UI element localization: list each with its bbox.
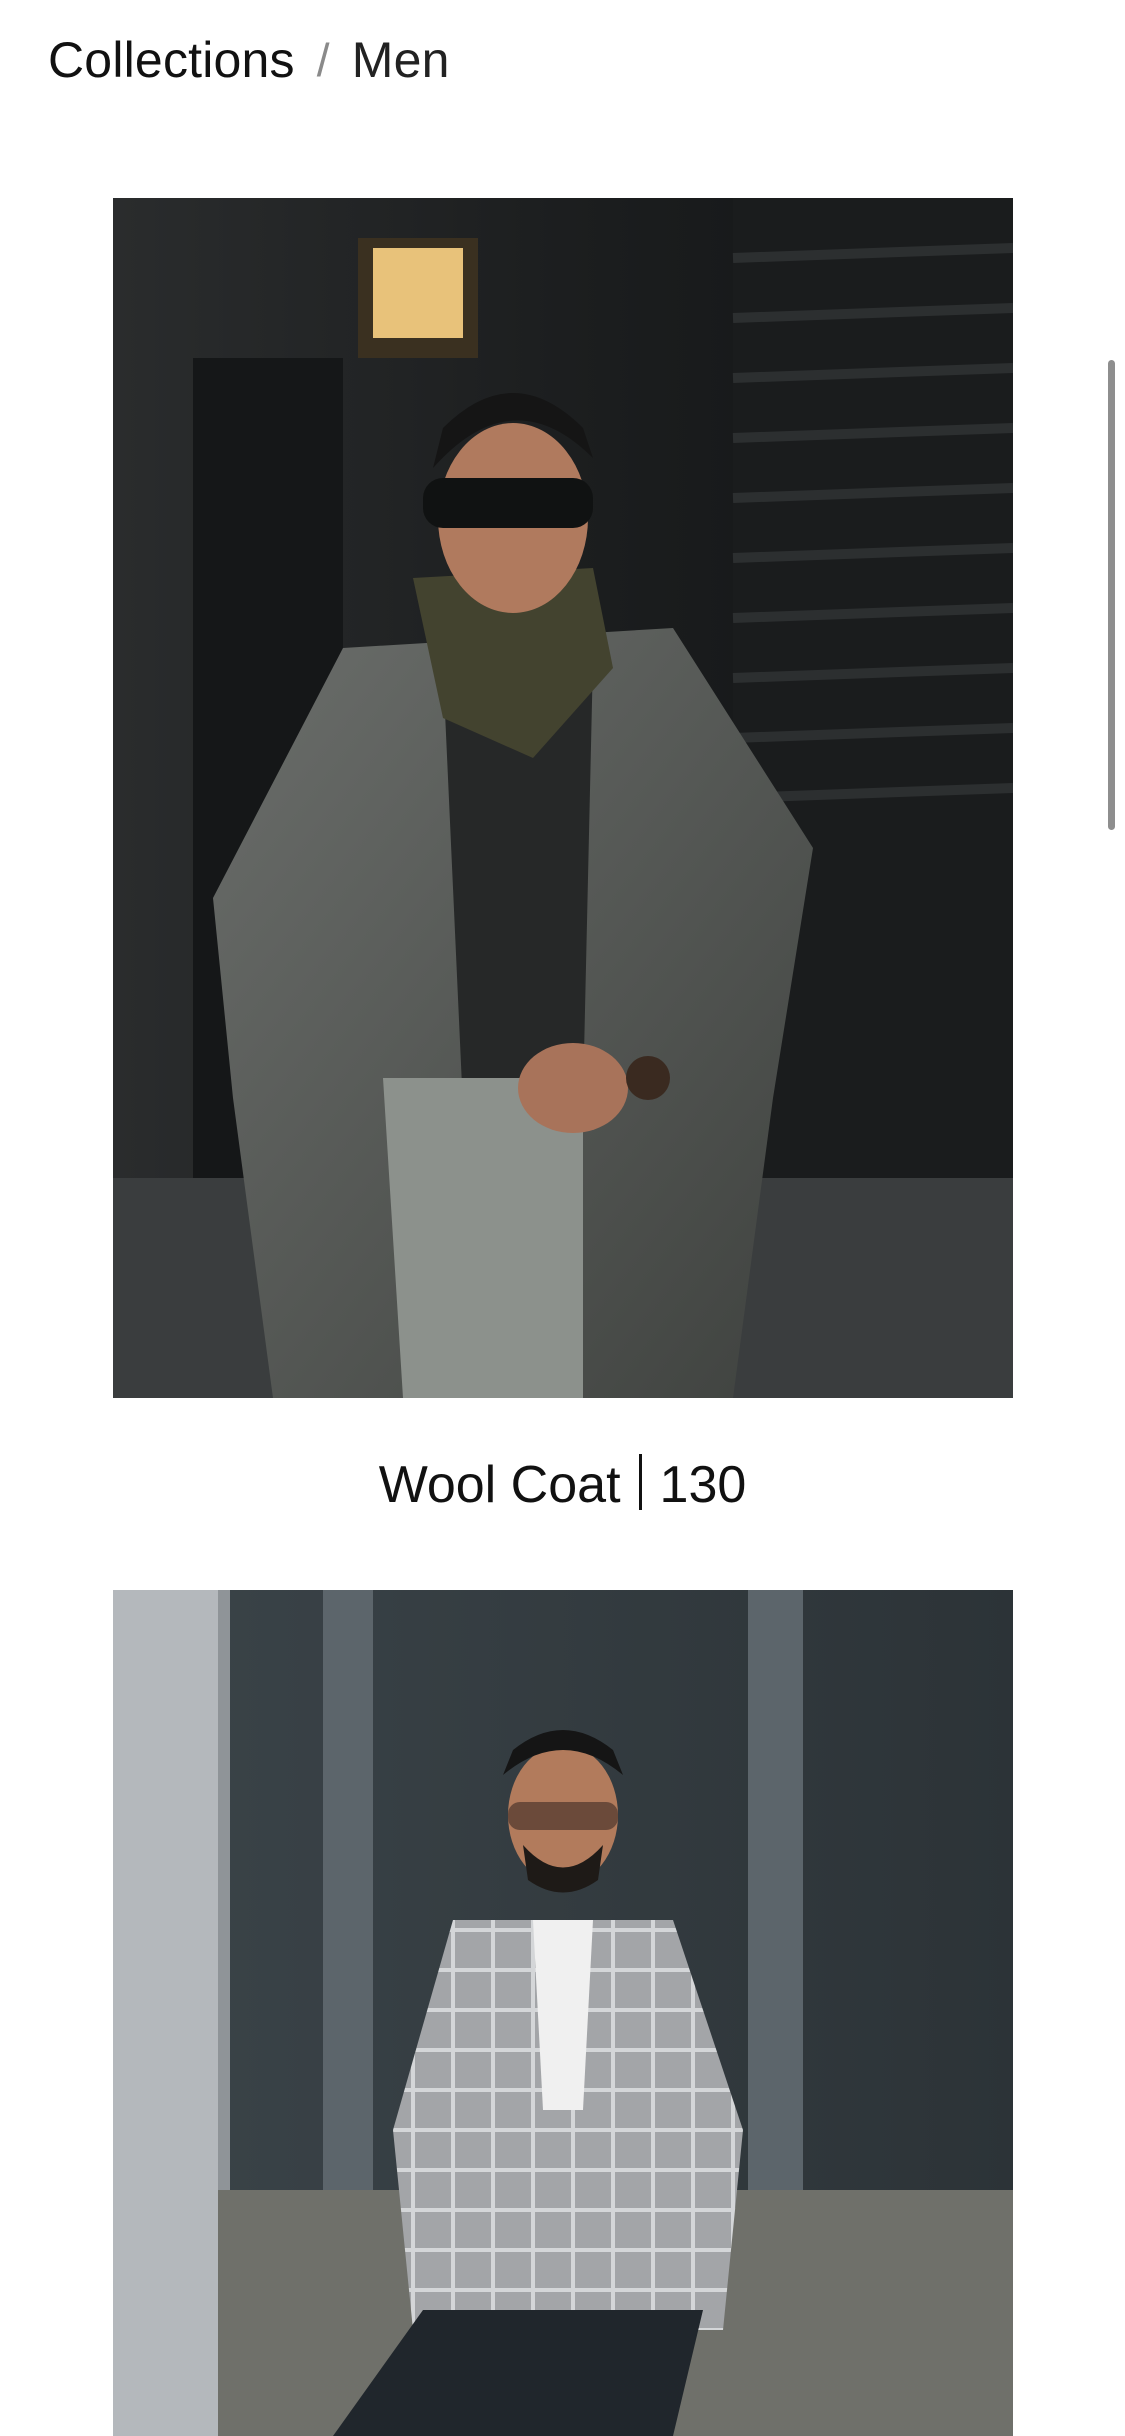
scrollbar-thumb[interactable] xyxy=(1108,360,1115,830)
caption-divider xyxy=(638,1454,642,1510)
product-photo-plaid-blazer xyxy=(113,1590,1013,2436)
product-image-plaid-blazer[interactable] xyxy=(113,1590,1013,2436)
product-price: 130 xyxy=(659,1456,747,1514)
product-name: Wool Coat xyxy=(378,1456,621,1514)
product-image-wool-coat[interactable] xyxy=(113,198,1013,1398)
product-caption-wool-coat[interactable]: Wool Coat 130 xyxy=(0,1450,1125,1520)
breadcrumb-current: Men xyxy=(351,32,450,88)
product-photo-wool-coat xyxy=(113,198,1013,1398)
breadcrumb: Collections / Men xyxy=(48,28,450,92)
breadcrumb-separator: / xyxy=(316,34,330,86)
breadcrumb-collections-link[interactable]: Collections xyxy=(48,31,295,89)
